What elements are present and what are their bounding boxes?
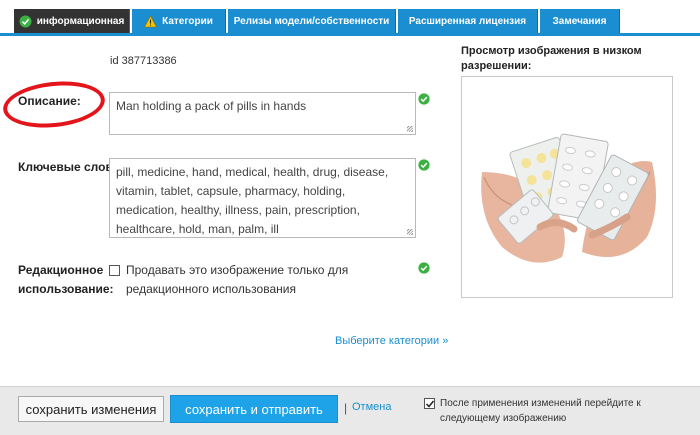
ok-check-icon [418,262,430,274]
description-input[interactable]: Man holding a pack of pills in hands [109,92,416,135]
editorial-label: Редакционное использование: [18,261,114,299]
separator: | [344,401,348,415]
tab-notes[interactable]: Замечания [540,9,620,34]
tab-info[interactable]: информационная [14,9,130,34]
resize-grip-icon[interactable] [407,126,413,132]
keywords-label: Ключевые слова: [18,160,124,174]
editorial-text: Продавать это изображение только для ред… [126,263,349,296]
editorial-label-line1: Редакционное [18,263,104,277]
next-image-checkbox[interactable] [424,398,435,409]
resize-grip-icon[interactable] [407,229,413,235]
tab-extended-license-label: Расширенная лицензия [408,16,527,27]
tab-extended-license[interactable]: Расширенная лицензия [398,9,538,34]
image-id: id 387713386 [110,55,177,67]
check-circle-icon [19,15,32,28]
tab-notes-label: Замечания [552,16,607,27]
editorial-label-line2: использование: [18,282,114,296]
save-changes-button[interactable]: сохранить изменения [18,396,164,422]
tab-bar: информационная Категории Релизы модели/с… [0,0,700,36]
tab-categories[interactable]: Категории [132,9,226,34]
keywords-input[interactable]: pill, medicine, hand, medical, health, d… [109,158,416,238]
next-image-text: После применения изменений перейдите к с… [440,398,641,424]
preview-title: Просмотр изображения в низком разрешении… [461,45,642,72]
keywords-value: pill, medicine, hand, medical, health, d… [116,165,389,236]
editorial-checkbox[interactable] [109,265,120,276]
preview-image [461,76,673,298]
cancel-link[interactable]: Отмена [352,401,391,413]
tab-categories-label: Категории [162,16,213,27]
ok-check-icon [418,93,430,105]
ok-check-icon [418,159,430,171]
save-and-submit-button[interactable]: сохранить и отправить [170,395,338,423]
checkmark-icon [425,400,435,408]
tab-releases[interactable]: Релизы модели/собственности [228,9,396,34]
tab-info-label: информационная [36,16,125,27]
description-label: Описание: [18,94,81,108]
choose-categories-link[interactable]: Выберите категории » [335,335,448,347]
warning-icon [144,15,158,28]
tab-releases-label: Релизы модели/собственности [233,16,390,27]
description-value: Man holding a pack of pills in hands [116,99,307,113]
